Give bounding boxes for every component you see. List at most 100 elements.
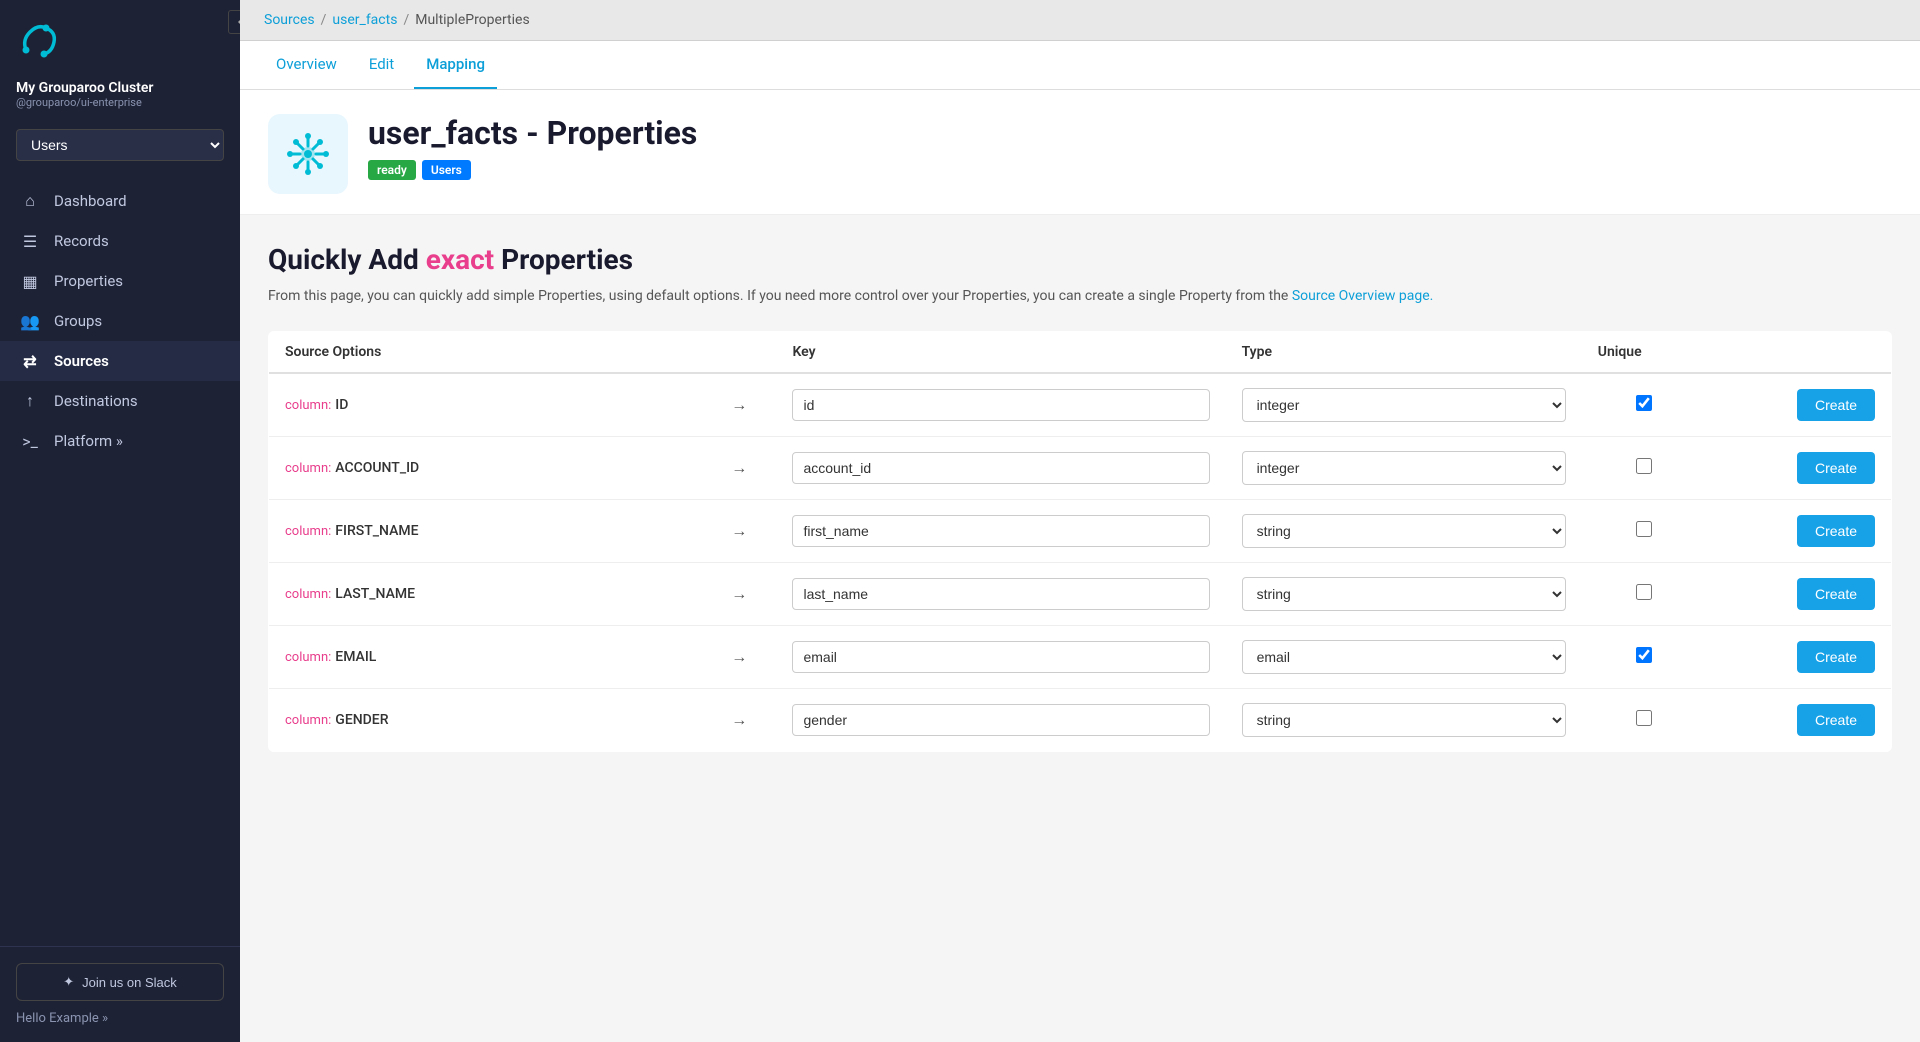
arrow-icon: →: [731, 584, 747, 603]
type-select[interactable]: integerstringfloatbooleandateemailurlpho…: [1242, 577, 1566, 611]
sidebar-nav: ⌂ Dashboard ☰ Records ▦ Properties 👥 Gro…: [0, 173, 240, 946]
td-action: Create: [1706, 563, 1892, 626]
badge-ready: ready: [368, 160, 416, 180]
td-arrow: →: [702, 689, 776, 752]
column-label: column:: [285, 587, 331, 602]
arrow-icon: →: [731, 710, 747, 729]
sidebar-item-records[interactable]: ☰ Records: [0, 221, 240, 261]
create-button[interactable]: Create: [1797, 704, 1875, 736]
column-name: FIRST_NAME: [335, 523, 418, 539]
td-arrow: →: [702, 626, 776, 689]
sidebar-item-dashboard[interactable]: ⌂ Dashboard: [0, 181, 240, 221]
tab-overview[interactable]: Overview: [264, 41, 349, 89]
unique-checkbox[interactable]: [1636, 458, 1652, 474]
td-source-options: column:LAST_NAME: [269, 563, 703, 626]
sidebar-item-sources[interactable]: ⇄ Sources: [0, 341, 240, 381]
create-button[interactable]: Create: [1797, 452, 1875, 484]
td-action: Create: [1706, 500, 1892, 563]
key-input[interactable]: [792, 641, 1209, 673]
td-unique: [1582, 437, 1706, 500]
unique-checkbox[interactable]: [1636, 395, 1652, 411]
tab-edit[interactable]: Edit: [357, 41, 406, 89]
column-name: EMAIL: [335, 649, 376, 665]
td-key: [776, 437, 1225, 500]
td-type: integerstringfloatbooleandateemailurlpho…: [1226, 689, 1582, 752]
sidebar-item-destinations[interactable]: ↑ Destinations: [0, 381, 240, 421]
td-action: Create: [1706, 626, 1892, 689]
column-label: column:: [285, 461, 331, 476]
key-input[interactable]: [792, 578, 1209, 610]
key-input[interactable]: [792, 704, 1209, 736]
td-key: [776, 373, 1225, 437]
sidebar-item-platform[interactable]: >_ Platform »: [0, 421, 240, 461]
badge-users: Users: [422, 160, 471, 180]
create-button[interactable]: Create: [1797, 641, 1875, 673]
td-type: integerstringfloatbooleandateemailurlpho…: [1226, 500, 1582, 563]
page-content: user_facts - Properties ready Users Quic…: [240, 90, 1920, 1042]
slack-btn-label: Join us on Slack: [82, 975, 177, 990]
column-label: column:: [285, 398, 331, 413]
th-source-options: Source Options: [269, 332, 703, 374]
key-input[interactable]: [792, 389, 1209, 421]
properties-section: Quickly Add exact Properties From this p…: [240, 215, 1920, 780]
key-input[interactable]: [792, 515, 1209, 547]
heading-highlight: exact: [426, 243, 494, 276]
type-select[interactable]: integerstringfloatbooleandateemailurlpho…: [1242, 514, 1566, 548]
hello-link[interactable]: Hello Example »: [16, 1011, 224, 1026]
unique-checkbox[interactable]: [1636, 647, 1652, 663]
table-row: column: GENDER → integerstringfloatbooleand…: [269, 689, 1892, 752]
sidebar-collapse-button[interactable]: [228, 10, 240, 34]
column-label: column:: [285, 713, 331, 728]
column-name: ID: [335, 397, 348, 413]
unique-checkbox[interactable]: [1636, 584, 1652, 600]
sidebar-item-label: Properties: [54, 272, 123, 290]
type-select[interactable]: integerstringfloatbooleandateemailurlpho…: [1242, 388, 1566, 422]
td-key: [776, 500, 1225, 563]
source-logo-icon: [280, 126, 336, 182]
slack-button[interactable]: ✦ Join us on Slack: [16, 963, 224, 1001]
type-select[interactable]: integerstringfloatbooleandateemailurlpho…: [1242, 451, 1566, 485]
people-icon: 👥: [20, 311, 40, 331]
section-heading: Quickly Add exact Properties: [268, 243, 1892, 276]
table-row: column:ID→integerstringfloatbooleandatee…: [269, 373, 1892, 437]
source-title: user_facts - Properties: [368, 114, 697, 152]
user-type-select[interactable]: Users Admins All: [16, 129, 224, 161]
key-input[interactable]: [792, 452, 1209, 484]
td-unique: [1582, 689, 1706, 752]
td-key: [776, 626, 1225, 689]
source-overview-link[interactable]: Source Overview page.: [1292, 288, 1434, 304]
source-header: user_facts - Properties ready Users: [240, 90, 1920, 215]
column-label: column:: [285, 524, 331, 539]
sidebar-item-label: Sources: [54, 352, 109, 370]
sidebar-item-label: Destinations: [54, 392, 138, 410]
td-action: Create: [1706, 437, 1892, 500]
breadcrumb-user-facts[interactable]: user_facts: [332, 12, 397, 28]
sidebar-bottom: ✦ Join us on Slack Hello Example »: [0, 946, 240, 1042]
type-select[interactable]: integerstringfloatbooleandateemailurlpho…: [1242, 703, 1566, 737]
sidebar-logo-area: [0, 0, 240, 72]
unique-checkbox[interactable]: [1636, 710, 1652, 726]
table-row: column:LAST_NAME → integerstringfloatboole…: [269, 563, 1892, 626]
type-select[interactable]: integerstringfloatbooleandateemailurlpho…: [1242, 640, 1566, 674]
td-type: integerstringfloatbooleandateemailurlpho…: [1226, 563, 1582, 626]
table-header: Source Options Key Type Unique: [269, 332, 1892, 374]
create-button[interactable]: Create: [1797, 578, 1875, 610]
breadcrumb-sources[interactable]: Sources: [264, 12, 315, 28]
breadcrumb-current: MultipleProperties: [415, 12, 529, 28]
sidebar-item-groups[interactable]: 👥 Groups: [0, 301, 240, 341]
sidebar-item-properties[interactable]: ▦ Properties: [0, 261, 240, 301]
breadcrumb-sep-2: /: [403, 12, 409, 28]
column-name: GENDER: [335, 712, 388, 728]
th-unique: Unique: [1582, 332, 1706, 374]
arrow-icon: →: [731, 521, 747, 540]
create-button[interactable]: Create: [1797, 515, 1875, 547]
table-row: column: FIRST_NAME → integerstringfloatbool…: [269, 500, 1892, 563]
grid-icon: ▦: [20, 271, 40, 291]
tab-mapping[interactable]: Mapping: [414, 41, 497, 89]
unique-checkbox[interactable]: [1636, 521, 1652, 537]
create-button[interactable]: Create: [1797, 389, 1875, 421]
td-source-options: column: ID: [269, 373, 703, 437]
td-source-options: column: FIRST_NAME: [269, 500, 703, 563]
source-title-area: user_facts - Properties ready Users: [368, 114, 697, 180]
td-arrow: →: [702, 437, 776, 500]
